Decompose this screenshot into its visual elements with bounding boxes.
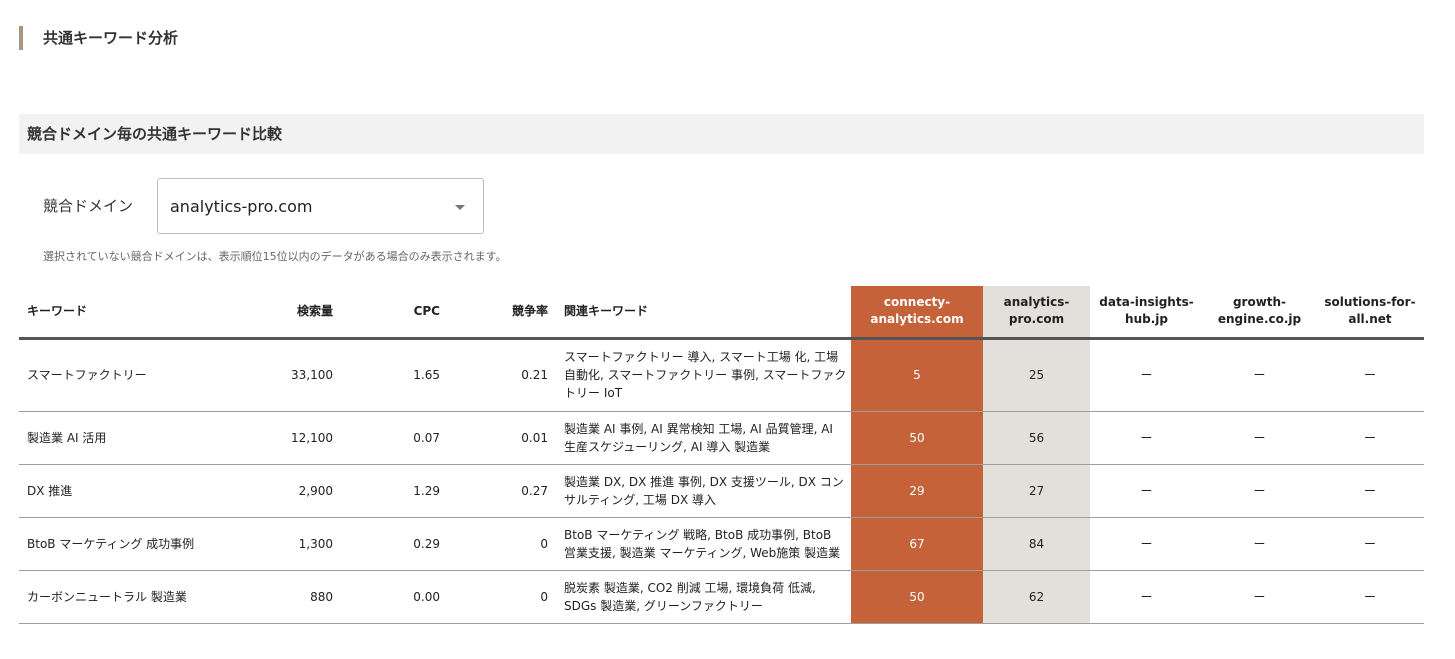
cell-rank: ー [1316,517,1424,571]
cell-rank-selected: 27 [983,464,1090,518]
table-row: スマートファクトリー 33,100 1.65 0.21 スマートファクトリー 導… [19,338,1424,412]
cell-rank: ー [1090,517,1203,571]
table-row: カーボンニュートラル 製造業 880 0.00 0 脱炭素 製造業, CO2 削… [19,570,1424,624]
filter-note: 選択されていない競合ドメインは、表示順位15位以内のデータがある場合のみ表示され… [43,250,507,263]
cell-cpc: 1.29 [341,464,448,518]
cell-keyword: スマートファクトリー [19,338,246,412]
cell-rank: ー [1090,464,1203,518]
cell-rank: ー [1090,570,1203,624]
column-header-competition[interactable]: 競争率 [448,286,556,340]
cell-rank-selected: 62 [983,570,1090,624]
sub-header: 競合ドメイン毎の共通キーワード比較 [19,114,1424,154]
cell-related-keywords: 脱炭素 製造業, CO2 削減 工場, 環境負荷 低減, SDGs 製造業, グ… [556,570,851,624]
column-header-domain-own[interactable]: connecty-analytics.com [851,286,983,340]
cell-volume: 2,900 [246,464,341,518]
cell-rank-own: 29 [851,464,983,518]
cell-rank: ー [1316,570,1424,624]
competitor-domain-label: 競合ドメイン [43,197,134,215]
table-row: 製造業 AI 活用 12,100 0.07 0.01 製造業 AI 事例, AI… [19,411,1424,465]
cell-volume: 1,300 [246,517,341,571]
cell-keyword: DX 推進 [19,464,246,518]
column-header-domain[interactable]: solutions-for-all.net [1316,286,1424,340]
cell-rank: ー [1203,517,1316,571]
column-header-related: 関連キーワード [556,286,851,340]
cell-keyword: BtoB マーケティング 成功事例 [19,517,246,571]
competitor-domain-selected-value: analytics-pro.com [170,197,313,216]
column-header-domain[interactable]: growth-engine.co.jp [1203,286,1316,340]
cell-rank-selected: 84 [983,517,1090,571]
cell-rank: ー [1316,411,1424,465]
cell-rank: ー [1203,570,1316,624]
cell-rank: ー [1090,411,1203,465]
cell-rank-own: 50 [851,570,983,624]
cell-competition: 0 [448,517,556,571]
column-header-volume[interactable]: 検索量 [246,286,341,340]
table-header-row: キーワード 検索量 CPC 競争率 関連キーワード connecty-analy… [19,286,1424,340]
cell-cpc: 0.00 [341,570,448,624]
table-row: BtoB マーケティング 成功事例 1,300 0.29 0 BtoB マーケテ… [19,517,1424,571]
cell-keyword: 製造業 AI 活用 [19,411,246,465]
cell-competition: 0 [448,570,556,624]
cell-rank: ー [1203,464,1316,518]
cell-competition: 0.01 [448,411,556,465]
cell-cpc: 0.29 [341,517,448,571]
table-row: DX 推進 2,900 1.29 0.27 製造業 DX, DX 推進 事例, … [19,464,1424,518]
cell-related-keywords: 製造業 AI 事例, AI 異常検知 工場, AI 品質管理, AI 生産スケジ… [556,411,851,465]
cell-rank-own: 50 [851,411,983,465]
cell-related-keywords: 製造業 DX, DX 推進 事例, DX 支援ツール, DX コンサルティング,… [556,464,851,518]
cell-rank-own: 5 [851,338,983,412]
cell-rank: ー [1316,464,1424,518]
cell-rank-selected: 25 [983,338,1090,412]
cell-rank: ー [1203,411,1316,465]
cell-rank: ー [1203,338,1316,412]
cell-rank-own: 67 [851,517,983,571]
cell-rank-selected: 56 [983,411,1090,465]
cell-rank: ー [1316,338,1424,412]
cell-cpc: 0.07 [341,411,448,465]
section-title: 共通キーワード分析 [19,26,178,50]
cell-competition: 0.21 [448,338,556,412]
cell-related-keywords: BtoB マーケティング 戦略, BtoB 成功事例, BtoB 営業支援, 製… [556,517,851,571]
column-header-keyword[interactable]: キーワード [19,286,246,340]
cell-volume: 33,100 [246,338,341,412]
cell-related-keywords: スマートファクトリー 導入, スマート工場 化, 工場 自動化, スマートファク… [556,338,851,412]
cell-keyword: カーボンニュートラル 製造業 [19,570,246,624]
cell-rank: ー [1090,338,1203,412]
chevron-down-icon [455,205,465,210]
cell-competition: 0.27 [448,464,556,518]
competitor-domain-select[interactable]: analytics-pro.com [157,178,484,234]
keyword-comparison-table: キーワード 検索量 CPC 競争率 関連キーワード connecty-analy… [19,286,1424,624]
cell-cpc: 1.65 [341,338,448,412]
cell-volume: 12,100 [246,411,341,465]
column-header-domain-selected[interactable]: analytics-pro.com [983,286,1090,340]
column-header-cpc[interactable]: CPC [341,286,448,340]
column-header-domain[interactable]: data-insights-hub.jp [1090,286,1203,340]
cell-volume: 880 [246,570,341,624]
